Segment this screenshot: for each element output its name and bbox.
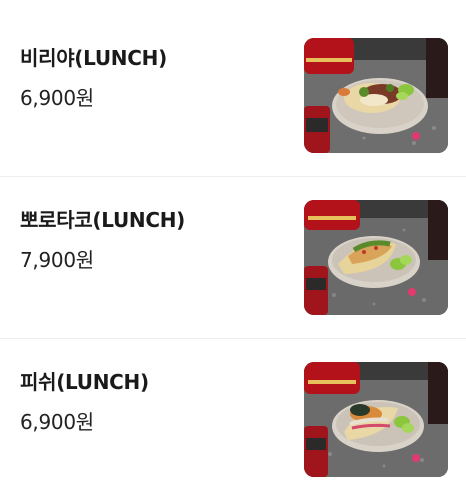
menu-item-name: 비리야(LUNCH) bbox=[20, 46, 167, 70]
menu-item-fish[interactable]: 피쉬(LUNCH) 6,900원 bbox=[0, 324, 466, 486]
menu-item-price: 6,900원 bbox=[20, 410, 94, 434]
fish-taco-photo-icon bbox=[304, 362, 448, 477]
menu-item-name: 뽀로타코(LUNCH) bbox=[20, 208, 186, 232]
birria-taco-photo-icon bbox=[304, 38, 448, 153]
menu-item-price: 7,900원 bbox=[20, 248, 94, 272]
porotaco-photo-icon bbox=[304, 200, 448, 315]
menu-item-price: 6,900원 bbox=[20, 86, 94, 110]
menu-item-porotaco[interactable]: 뽀로타코(LUNCH) 7,900원 bbox=[0, 162, 466, 324]
menu-list: 비리야(LUNCH) 6,900원 뽀로타코(LUNCH) 7,900원 피쉬(… bbox=[0, 0, 466, 486]
menu-item-name: 피쉬(LUNCH) bbox=[20, 370, 149, 394]
menu-item-birria[interactable]: 비리야(LUNCH) 6,900원 bbox=[0, 0, 466, 162]
